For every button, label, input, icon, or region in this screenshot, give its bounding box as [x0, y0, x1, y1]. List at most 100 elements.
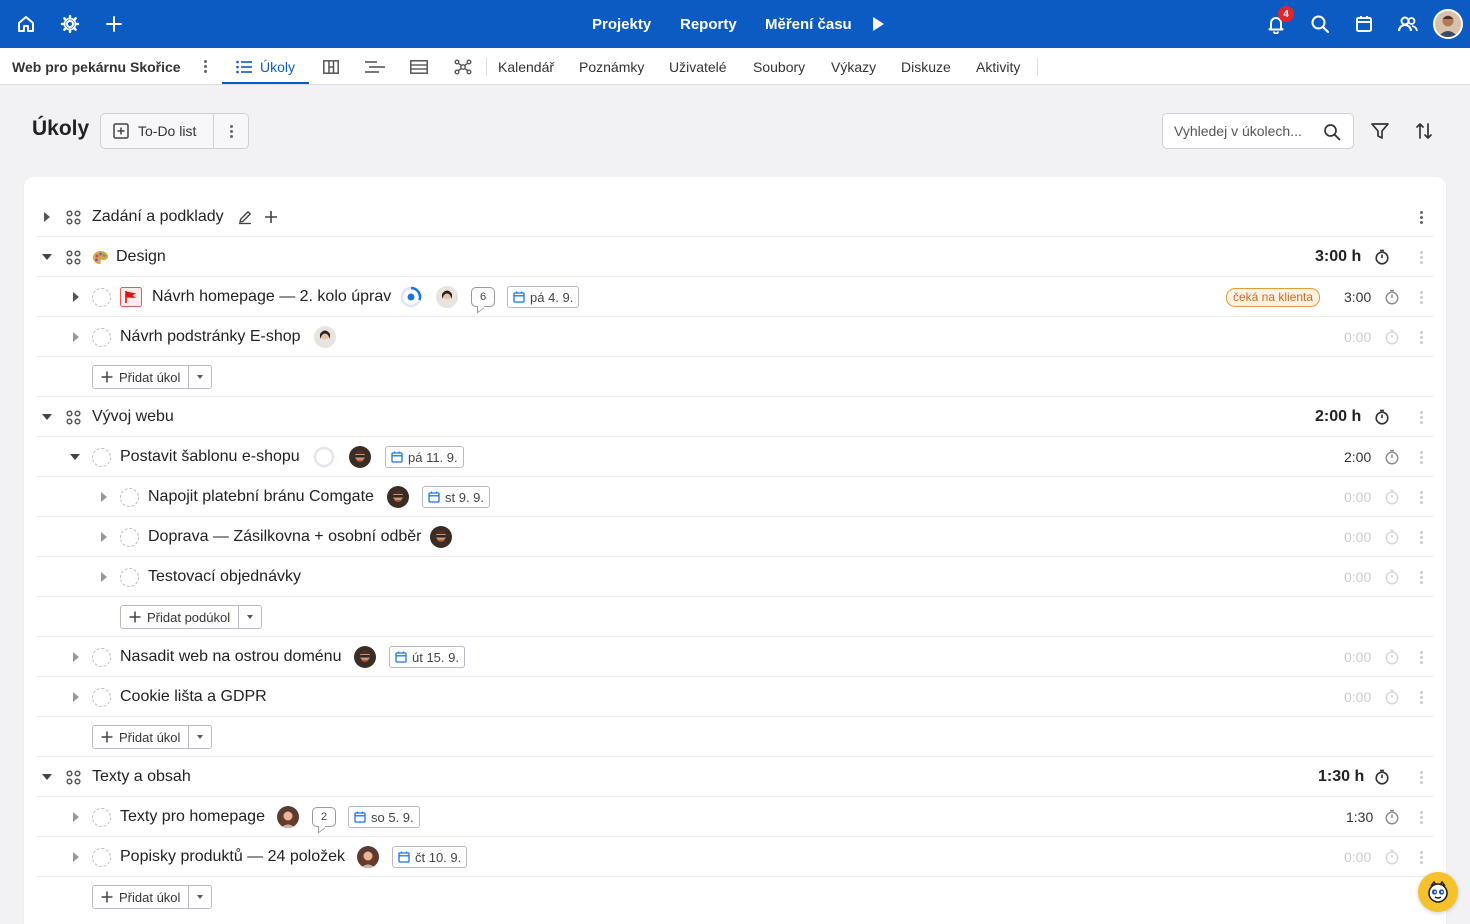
add-task-button[interactable]: Přidat úkol	[92, 725, 213, 749]
todo-list-menu-icon[interactable]	[214, 124, 248, 138]
task-title[interactable]: Doprava — Zásilkovna + osobní odběr	[148, 517, 421, 557]
table-view-icon[interactable]	[410, 48, 428, 85]
stopwatch-icon[interactable]	[1374, 237, 1390, 277]
stopwatch-icon[interactable]	[1384, 477, 1400, 517]
add-subtask-button[interactable]: Přidat podúkol	[120, 605, 263, 629]
group-grid-icon[interactable]	[66, 237, 81, 277]
task-title[interactable]: Návrh homepage — 2. kolo úprav	[152, 277, 391, 317]
task-title[interactable]: Testovací objednávky	[148, 557, 301, 597]
tab-ukoly[interactable]: Úkoly	[236, 48, 295, 85]
search-icon[interactable]	[1323, 123, 1341, 141]
flag-icon[interactable]	[120, 277, 142, 317]
users-icon[interactable]	[1396, 12, 1420, 36]
task-row[interactable]: Cookie lišta a GDPR 0:00	[36, 677, 1434, 717]
task-checkbox[interactable]	[120, 557, 139, 597]
row-menu-icon[interactable]	[1420, 317, 1423, 357]
subtask-row[interactable]: Doprava — Zásilkovna + osobní odběr 0:00	[36, 517, 1434, 557]
row-menu-icon[interactable]	[1420, 277, 1423, 317]
plus-icon[interactable]	[102, 12, 126, 36]
nav-reporty[interactable]: Reporty	[680, 0, 737, 48]
comment-count[interactable]: 2	[312, 797, 336, 837]
add-task-dropdown[interactable]	[189, 375, 211, 379]
stopwatch-icon[interactable]	[1384, 437, 1400, 477]
add-task-button[interactable]: Přidat úkol	[92, 365, 213, 389]
task-title[interactable]: Cookie lišta a GDPR	[120, 677, 267, 717]
group-grid-icon[interactable]	[66, 397, 81, 437]
sort-icon[interactable]	[1414, 121, 1434, 141]
task-title[interactable]: Postavit šablonu e-shopu	[120, 437, 300, 477]
expand-icon[interactable]	[73, 677, 79, 717]
task-checkbox[interactable]	[92, 437, 111, 477]
todo-list-add[interactable]: To-Do list	[101, 114, 214, 148]
nav-mereni-casu[interactable]: Měření času	[765, 0, 852, 48]
mindmap-view-icon[interactable]	[454, 48, 472, 85]
task-row[interactable]: Návrh podstránky E-shop 0:00	[36, 317, 1434, 357]
project-menu-icon[interactable]	[204, 48, 207, 85]
search-icon[interactable]	[1308, 12, 1332, 36]
edit-icon[interactable]	[237, 197, 253, 237]
task-checkbox[interactable]	[92, 637, 111, 677]
row-menu-icon[interactable]	[1420, 637, 1423, 677]
stopwatch-icon[interactable]	[1384, 637, 1400, 677]
add-task-dropdown[interactable]	[189, 735, 211, 739]
tab-aktivity[interactable]: Aktivity	[976, 48, 1020, 85]
task-title[interactable]: Texty pro homepage	[120, 797, 265, 837]
subtask-row[interactable]: Napojit platební bránu Comgate st 9. 9. …	[36, 477, 1434, 517]
assignee-avatar[interactable]	[430, 517, 452, 557]
status-badge[interactable]: čeká na klienta	[1226, 277, 1321, 317]
task-checkbox[interactable]	[92, 797, 111, 837]
bell-icon[interactable]: 4	[1264, 6, 1294, 36]
row-menu-icon[interactable]	[1420, 797, 1423, 837]
stopwatch-icon[interactable]	[1384, 837, 1400, 877]
row-menu-icon[interactable]	[1420, 477, 1423, 517]
add-task-dropdown[interactable]	[189, 895, 211, 899]
group-title[interactable]: Vývoj webu	[92, 397, 174, 437]
group-title[interactable]: Texty a obsah	[92, 757, 191, 797]
nav-projekty[interactable]: Projekty	[592, 0, 651, 48]
board-view-icon[interactable]	[323, 48, 339, 85]
row-menu-icon[interactable]	[1420, 557, 1423, 597]
stopwatch-icon[interactable]	[1374, 397, 1390, 437]
user-avatar[interactable]	[1433, 9, 1463, 39]
collapse-icon[interactable]	[42, 757, 52, 797]
group-title[interactable]: Zadání a podklady	[92, 197, 224, 237]
expand-icon[interactable]	[101, 557, 107, 597]
due-date[interactable]: pá 11. 9.	[385, 437, 464, 477]
tab-poznamky[interactable]: Poznámky	[579, 48, 644, 85]
gear-icon[interactable]	[58, 12, 82, 36]
row-menu-icon[interactable]	[1420, 517, 1423, 557]
assignee-avatar[interactable]	[349, 437, 371, 477]
row-menu-icon[interactable]	[1420, 397, 1423, 437]
project-name[interactable]: Web pro pekárnu Skořice	[12, 48, 181, 85]
stopwatch-icon[interactable]	[1384, 517, 1400, 557]
stopwatch-icon[interactable]	[1384, 317, 1400, 357]
task-title[interactable]: Návrh podstránky E-shop	[120, 317, 301, 357]
comment-count[interactable]: 6	[471, 277, 495, 317]
tab-soubory[interactable]: Soubory	[753, 48, 805, 85]
subtask-row[interactable]: Testovací objednávky 0:00	[36, 557, 1434, 597]
stopwatch-icon[interactable]	[1374, 757, 1390, 797]
task-row[interactable]: Nasadit web na ostrou doménu út 15. 9. 0…	[36, 637, 1434, 677]
row-menu-icon[interactable]	[1420, 437, 1423, 477]
expand-icon[interactable]	[73, 277, 79, 317]
tab-diskuze[interactable]: Diskuze	[901, 48, 951, 85]
gantt-view-icon[interactable]	[365, 48, 385, 85]
due-date[interactable]: st 9. 9.	[422, 477, 491, 517]
play-icon[interactable]	[866, 12, 890, 36]
calendar-icon[interactable]	[1352, 12, 1376, 36]
task-checkbox[interactable]	[92, 677, 111, 717]
expand-icon[interactable]	[44, 197, 50, 237]
task-checkbox[interactable]	[92, 277, 111, 317]
assignee-avatar[interactable]	[387, 477, 409, 517]
due-date[interactable]: čt 10. 9.	[392, 837, 468, 877]
task-checkbox[interactable]	[92, 837, 111, 877]
due-date[interactable]: út 15. 9.	[389, 637, 465, 677]
filter-icon[interactable]	[1370, 121, 1390, 141]
group-title[interactable]: Design	[116, 237, 166, 277]
expand-icon[interactable]	[73, 837, 79, 877]
add-task-button[interactable]: Přidat úkol	[92, 885, 213, 909]
task-checkbox[interactable]	[92, 317, 111, 357]
task-title[interactable]: Popisky produktů — 24 položek	[120, 837, 345, 877]
expand-icon[interactable]	[73, 317, 79, 357]
group-grid-icon[interactable]	[66, 757, 81, 797]
